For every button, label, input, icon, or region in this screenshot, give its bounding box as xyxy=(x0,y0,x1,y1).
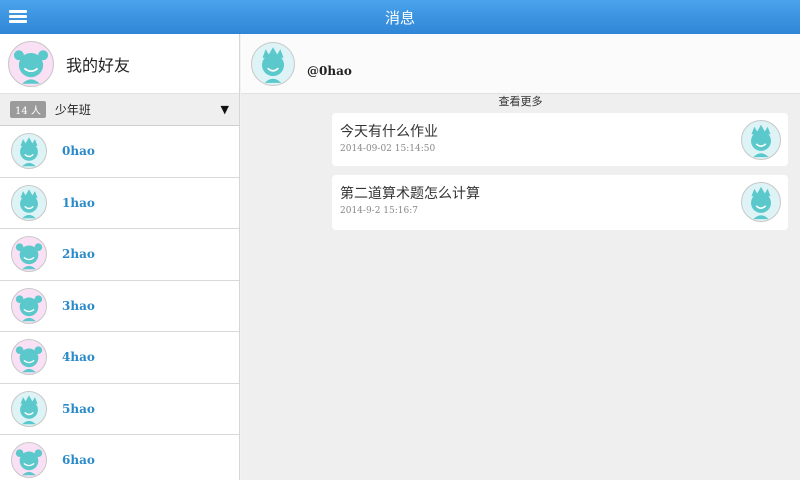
boy-avatar-icon xyxy=(751,124,771,158)
friend-avatar[interactable] xyxy=(11,133,47,170)
girl-avatar-icon xyxy=(15,295,43,322)
girl-avatar-icon xyxy=(15,243,43,270)
friend-list-item[interactable]: 2hao xyxy=(0,229,239,281)
peer-avatar[interactable] xyxy=(251,41,295,86)
sender-avatar[interactable] xyxy=(741,120,781,160)
friend-avatar[interactable] xyxy=(11,442,47,479)
friend-name: 2hao xyxy=(62,247,95,262)
group-name: 少年班 xyxy=(54,103,91,117)
friend-list-item[interactable]: 1hao xyxy=(0,178,239,229)
friend-name: 0hao xyxy=(62,144,95,159)
friend-avatar[interactable] xyxy=(11,287,47,324)
friend-list-item[interactable]: 6hao xyxy=(0,435,239,480)
friend-list: 0hao 1hao 2hao 3hao 4hao 5hao 6hao xyxy=(0,126,239,480)
friend-list-item[interactable]: 3hao xyxy=(0,281,239,332)
friend-list-item[interactable]: 5hao xyxy=(0,384,239,435)
boy-avatar-icon xyxy=(20,137,38,167)
top-bar: 消息 xyxy=(0,0,800,34)
boy-avatar-icon xyxy=(751,186,771,220)
message-bubble: 今天有什么作业 2014-09-02 15:14:50 xyxy=(332,113,788,166)
message-time: 2014-09-02 15:14:50 xyxy=(340,144,436,154)
sender-avatar[interactable] xyxy=(741,182,781,222)
load-more-link[interactable]: 查看更多 xyxy=(241,94,800,110)
friend-avatar[interactable] xyxy=(11,339,47,376)
message-text: 第二道算术题怎么计算 xyxy=(340,186,480,202)
message-time: 2014-9-2 15:16:7 xyxy=(340,206,418,216)
friend-name: 1hao xyxy=(62,195,95,210)
friend-name: 3hao xyxy=(62,298,95,313)
message-bubble: 第二道算术题怎么计算 2014-9-2 15:16:7 xyxy=(332,175,788,230)
chat-header: @0hao xyxy=(241,34,800,94)
friend-avatar[interactable] xyxy=(11,184,47,221)
friend-avatar[interactable] xyxy=(11,236,47,273)
girl-avatar-icon xyxy=(15,346,43,373)
boy-avatar-icon xyxy=(20,189,38,219)
friends-panel: 我的好友 14 人 少年班 ▼ 0hao 1hao 2hao 3hao 4hao 5hao… xyxy=(0,34,240,480)
page-title: 消息 xyxy=(384,8,415,27)
chat-panel: @0hao 查看更多 今天有什么作业 2014-09-02 15:14:50 第… xyxy=(241,34,800,480)
my-friends-header: 我的好友 xyxy=(0,34,239,94)
group-member-count: 14 人 xyxy=(10,101,46,118)
girl-avatar-icon xyxy=(15,449,43,476)
chat-peer-name: @0hao xyxy=(307,63,352,78)
friend-avatar[interactable] xyxy=(11,390,47,427)
boy-avatar-icon xyxy=(261,46,285,83)
friend-list-item[interactable]: 0hao xyxy=(0,126,239,178)
group-header[interactable]: 14 人 少年班 ▼ xyxy=(0,94,239,126)
my-friends-title: 我的好友 xyxy=(66,55,131,75)
friend-name: 5hao xyxy=(62,401,95,416)
boy-avatar-icon xyxy=(20,395,38,425)
hamburger-menu-icon[interactable] xyxy=(9,10,27,24)
my-avatar[interactable] xyxy=(8,40,54,87)
friend-list-item[interactable]: 4hao xyxy=(0,332,239,384)
girl-avatar-icon xyxy=(13,49,49,84)
friend-name: 6hao xyxy=(62,453,95,468)
friend-name: 4hao xyxy=(62,350,95,365)
chevron-down-icon[interactable]: ▼ xyxy=(221,103,229,116)
message-text: 今天有什么作业 xyxy=(340,124,438,140)
